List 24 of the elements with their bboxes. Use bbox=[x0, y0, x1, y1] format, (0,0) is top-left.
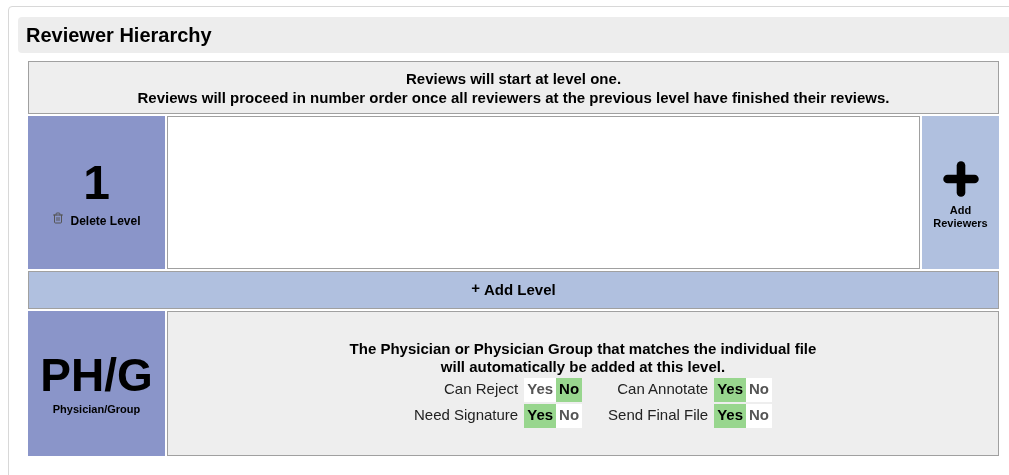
toggle-option[interactable]: Yes bbox=[714, 377, 747, 402]
option-label: Need Signature bbox=[412, 405, 519, 426]
trash-icon bbox=[52, 211, 65, 224]
delete-level-button[interactable]: Delete Level bbox=[52, 211, 141, 230]
add-reviewers-button[interactable]: Add Reviewers bbox=[922, 116, 999, 269]
option-label: Can Annotate bbox=[616, 379, 709, 400]
level-number: 1 bbox=[83, 155, 110, 210]
add-level-button[interactable]: + Add Level bbox=[28, 271, 999, 309]
notice-text: Reviews will start at level one. bbox=[405, 68, 622, 88]
toggle-option[interactable]: No bbox=[746, 403, 773, 428]
toggle-option[interactable]: Yes bbox=[714, 403, 747, 428]
option-label: Can Reject bbox=[443, 379, 519, 400]
level-caption: Physician/Group bbox=[52, 402, 141, 418]
toggle-option[interactable]: Yes bbox=[524, 403, 557, 428]
toggle-option[interactable]: No bbox=[556, 403, 583, 428]
toggle-option[interactable]: Yes bbox=[524, 377, 557, 402]
description-text: will automatically be added at this level. bbox=[440, 357, 726, 376]
toggle-option[interactable]: No bbox=[556, 377, 583, 402]
description-text: The Physician or Physician Group that matches the individual file bbox=[349, 339, 817, 358]
notice-text: Reviews will proceed in number order once all reviewers at the previous level have finished their reviews. bbox=[137, 87, 890, 107]
level-code: PH/G bbox=[40, 349, 153, 402]
option-label: Send Final File bbox=[607, 405, 709, 426]
toggle-option[interactable]: No bbox=[746, 377, 773, 402]
section-title: Reviewer Hierarchy bbox=[26, 23, 212, 48]
